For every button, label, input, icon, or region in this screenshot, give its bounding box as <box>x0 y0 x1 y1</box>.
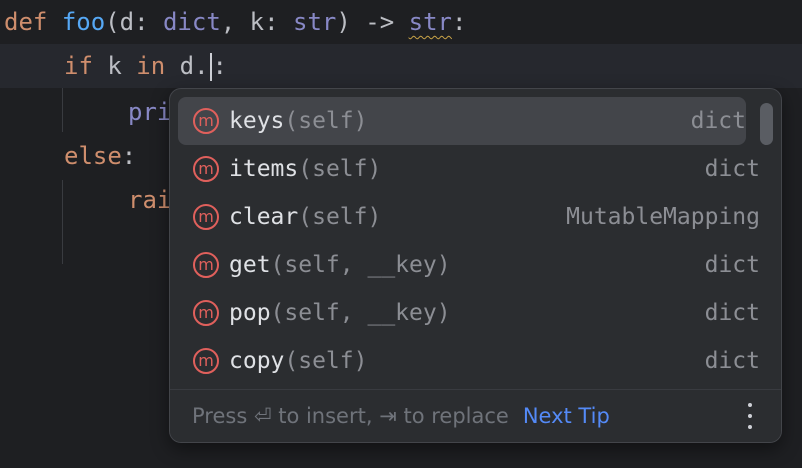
type-str: str <box>293 8 337 36</box>
completion-footer: Press ⏎ to insert, ⇥ to replace Next Tip <box>170 389 781 442</box>
line2-colon: : <box>212 52 227 80</box>
completion-item[interactable]: m clear (self) MutableMapping <box>178 193 760 241</box>
var-k: k <box>92 52 137 80</box>
method-icon: m <box>193 252 219 278</box>
keyword-def: def <box>4 8 48 36</box>
keyword-in: in <box>136 52 166 80</box>
method-icon: m <box>193 108 219 134</box>
params-open: (d: <box>105 8 163 36</box>
completion-item[interactable]: m items (self) dict <box>178 145 760 193</box>
expr-d-dot: d. <box>165 52 209 80</box>
completion-item[interactable]: m copy (self) dict <box>178 337 760 385</box>
return-type-warning[interactable]: str <box>409 8 452 36</box>
method-icon: m <box>193 300 219 326</box>
completion-item-name: get <box>229 252 271 278</box>
completion-item[interactable]: m get (self, __key) dict <box>178 241 760 289</box>
code-line-2[interactable]: if k in d.: <box>0 44 802 88</box>
completion-item-type: dict <box>704 252 760 278</box>
completion-item-name: clear <box>229 204 299 230</box>
completion-item-name: pop <box>229 300 271 326</box>
completion-item-signature: (self) <box>298 204 382 230</box>
completion-popup[interactable]: m keys (self) dict m items (self) dict m clear (se… <box>169 88 782 443</box>
print-call-partial: pri <box>128 98 172 126</box>
completion-item[interactable]: m keys (self) dict <box>178 97 746 145</box>
completion-item-name: keys <box>229 108 285 134</box>
params-mid: , k: <box>220 8 294 36</box>
completion-list[interactable]: m keys (self) dict m items (self) dict m clear (se… <box>170 97 760 385</box>
params-close: ) -> <box>336 8 409 36</box>
code-line-1[interactable]: def foo(d: dict, k: str) -> str: <box>4 0 802 44</box>
completion-item-signature: (self) <box>284 108 368 134</box>
keyword-else: else <box>64 142 122 170</box>
completion-item-signature: (self, __key) <box>270 300 451 326</box>
completion-item[interactable]: m pop (self, __key) dict <box>178 289 760 337</box>
completion-item-type: dict <box>704 156 760 182</box>
next-tip-link[interactable]: Next Tip <box>523 404 610 428</box>
type-dict: dict <box>162 8 221 36</box>
method-icon: m <box>193 348 219 374</box>
line4-colon: : <box>121 142 137 170</box>
completion-item-type: MutableMapping <box>566 204 760 230</box>
completion-item-type: dict <box>690 108 746 134</box>
more-options-icon[interactable] <box>747 403 753 429</box>
completion-item-name: copy <box>229 348 285 374</box>
function-name: foo <box>61 8 106 36</box>
completion-item-signature: (self) <box>298 156 382 182</box>
keyword-if: if <box>64 52 93 80</box>
method-icon: m <box>193 156 219 182</box>
completion-item-signature: (self, __key) <box>270 252 451 278</box>
method-icon: m <box>193 204 219 230</box>
text-caret <box>209 53 212 81</box>
raise-partial: rai <box>128 186 172 214</box>
insert-replace-hint: Press ⏎ to insert, ⇥ to replace <box>192 404 509 428</box>
completion-item-type: dict <box>704 348 760 374</box>
completion-item-type: dict <box>704 300 760 326</box>
completion-item-name: items <box>229 156 299 182</box>
completion-scrollbar[interactable] <box>760 103 773 145</box>
completion-item-signature: (self) <box>284 348 368 374</box>
line1-colon: : <box>451 8 467 36</box>
code-editor[interactable]: def foo(d: dict, k: str) -> str: if k in… <box>0 0 802 468</box>
